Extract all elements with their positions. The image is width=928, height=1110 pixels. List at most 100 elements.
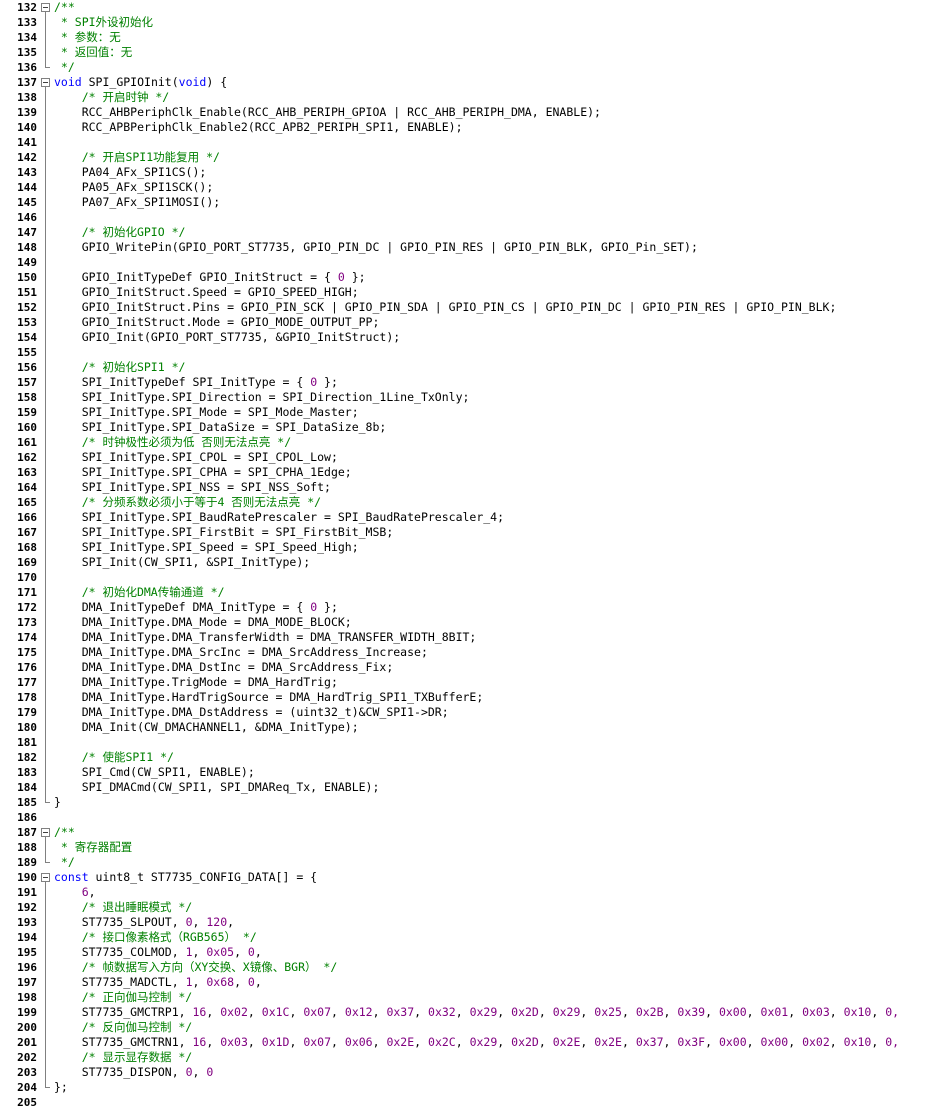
code-line[interactable]: 173 DMA_InitType.DMA_Mode = DMA_MODE_BLO… bbox=[0, 615, 928, 630]
code-token: 6 bbox=[81, 885, 89, 899]
code-line[interactable]: 195 ST7735_COLMOD, 1, 0x05, 0, bbox=[0, 945, 928, 960]
code-line[interactable]: 164 SPI_InitType.SPI_NSS = SPI_NSS_Soft; bbox=[0, 480, 928, 495]
code-line[interactable]: 204}; bbox=[0, 1080, 928, 1095]
code-line[interactable]: 179 DMA_InitType.DMA_DstAddress = (uint3… bbox=[0, 705, 928, 720]
code-line[interactable]: 134 * 参数：无 bbox=[0, 30, 928, 45]
code-line[interactable]: 150 GPIO_InitTypeDef GPIO_InitStruct = {… bbox=[0, 270, 928, 285]
code-line[interactable]: 174 DMA_InitType.DMA_TransferWidth = DMA… bbox=[0, 630, 928, 645]
code-line[interactable]: 139 RCC_AHBPeriphClk_Enable(RCC_AHB_PERI… bbox=[0, 105, 928, 120]
code-line[interactable]: 175 DMA_InitType.DMA_SrcInc = DMA_SrcAdd… bbox=[0, 645, 928, 660]
code-line[interactable]: 142 /* 开启SPI1功能复用 */ bbox=[0, 150, 928, 165]
code-line[interactable]: 203 ST7735_DISPON, 0, 0 bbox=[0, 1065, 928, 1080]
code-line[interactable]: 143 PA04_AFx_SPI1CS(); bbox=[0, 165, 928, 180]
code-line[interactable]: 154 GPIO_Init(GPIO_PORT_ST7735, &GPIO_In… bbox=[0, 330, 928, 345]
code-line[interactable]: 181 bbox=[0, 735, 928, 750]
code-line[interactable]: 166 SPI_InitType.SPI_BaudRatePrescaler =… bbox=[0, 510, 928, 525]
code-line[interactable]: 178 DMA_InitType.HardTrigSource = DMA_Ha… bbox=[0, 690, 928, 705]
code-line[interactable]: 137 void SPI_GPIOInit(void) { bbox=[0, 75, 928, 90]
fold-collapse-icon[interactable] bbox=[41, 75, 50, 90]
code-line[interactable]: 180 DMA_Init(CW_DMACHANNEL1, &DMA_InitTy… bbox=[0, 720, 928, 735]
code-line[interactable]: 200 /* 反向伽马控制 */ bbox=[0, 1020, 928, 1035]
code-line[interactable]: 147 /* 初始化GPIO */ bbox=[0, 225, 928, 240]
fold-collapse-icon[interactable] bbox=[41, 870, 50, 885]
code-line[interactable]: 170 bbox=[0, 570, 928, 585]
code-line[interactable]: 153 GPIO_InitStruct.Mode = GPIO_MODE_OUT… bbox=[0, 315, 928, 330]
code-line[interactable]: 152 GPIO_InitStruct.Pins = GPIO_PIN_SCK … bbox=[0, 300, 928, 315]
code-token: 0x12 bbox=[344, 1005, 373, 1019]
code-line[interactable]: 176 DMA_InitType.DMA_DstInc = DMA_SrcAdd… bbox=[0, 660, 928, 675]
fold-guide-line bbox=[41, 285, 50, 300]
code-line[interactable]: 169 SPI_Init(CW_SPI1, &SPI_InitType); bbox=[0, 555, 928, 570]
code-line[interactable]: 146 bbox=[0, 210, 928, 225]
code-token: /* 使能SPI1 */ bbox=[54, 750, 174, 764]
code-line[interactable]: 192 /* 退出睡眠模式 */ bbox=[0, 900, 928, 915]
code-line[interactable]: 136 */ bbox=[0, 60, 928, 75]
code-line[interactable]: 158 SPI_InitType.SPI_Direction = SPI_Dir… bbox=[0, 390, 928, 405]
code-line[interactable]: 191 6, bbox=[0, 885, 928, 900]
code-line[interactable]: 145 PA07_AFx_SPI1MOSI(); bbox=[0, 195, 928, 210]
code-line[interactable]: 182 /* 使能SPI1 */ bbox=[0, 750, 928, 765]
code-line[interactable]: 202 /* 显示显存数据 */ bbox=[0, 1050, 928, 1065]
code-line[interactable]: 188 * 寄存器配置 bbox=[0, 840, 928, 855]
code-line[interactable]: 172 DMA_InitTypeDef DMA_InitType = { 0 }… bbox=[0, 600, 928, 615]
code-line[interactable]: 162 SPI_InitType.SPI_CPOL = SPI_CPOL_Low… bbox=[0, 450, 928, 465]
code-line[interactable]: 196 /* 帧数据写入方向（XY交换、X镜像、BGR） */ bbox=[0, 960, 928, 975]
code-token: 0 bbox=[337, 270, 345, 284]
code-token: /* 帧数据写入方向（XY交换、X镜像、BGR） */ bbox=[54, 960, 338, 974]
code-line[interactable]: 171 /* 初始化DMA传输通道 */ bbox=[0, 585, 928, 600]
line-number: 154 bbox=[17, 331, 37, 344]
line-number: 168 bbox=[17, 541, 37, 554]
fold-guide-line bbox=[41, 900, 50, 915]
code-line[interactable]: 165 /* 分频系数必须小于等于4 否则无法点亮 */ bbox=[0, 495, 928, 510]
code-line[interactable]: 186 bbox=[0, 810, 928, 825]
code-line[interactable]: 197 ST7735_MADCTL, 1, 0x68, 0, bbox=[0, 975, 928, 990]
code-line[interactable]: 144 PA05_AFx_SPI1SCK(); bbox=[0, 180, 928, 195]
code-line[interactable]: 141 bbox=[0, 135, 928, 150]
code-line[interactable]: 160 SPI_InitType.SPI_DataSize = SPI_Data… bbox=[0, 420, 928, 435]
code-line[interactable]: 167 SPI_InitType.SPI_FirstBit = SPI_Firs… bbox=[0, 525, 928, 540]
code-line[interactable]: 161 /* 时钟极性必须为低 否则无法点亮 */ bbox=[0, 435, 928, 450]
fold-guide-line bbox=[41, 480, 50, 495]
code-line[interactable]: 189 */ bbox=[0, 855, 928, 870]
code-line[interactable]: 187 /** bbox=[0, 825, 928, 840]
fold-end-marker bbox=[41, 855, 50, 870]
code-line[interactable]: 148 GPIO_WritePin(GPIO_PORT_ST7735, GPIO… bbox=[0, 240, 928, 255]
code-line[interactable]: 140 RCC_APBPeriphClk_Enable2(RCC_APB2_PE… bbox=[0, 120, 928, 135]
code-token: , bbox=[538, 1005, 553, 1019]
code-line[interactable]: 157 SPI_InitTypeDef SPI_InitType = { 0 }… bbox=[0, 375, 928, 390]
code-line[interactable]: 199 ST7735_GMCTRP1, 16, 0x02, 0x1C, 0x07… bbox=[0, 1005, 928, 1020]
fold-guide-line bbox=[41, 390, 50, 405]
code-line[interactable]: 168 SPI_InitType.SPI_Speed = SPI_Speed_H… bbox=[0, 540, 928, 555]
fold-collapse-icon[interactable] bbox=[41, 0, 50, 15]
code-line[interactable]: 163 SPI_InitType.SPI_CPHA = SPI_CPHA_1Ed… bbox=[0, 465, 928, 480]
code-token: , bbox=[746, 1005, 761, 1019]
line-number: 204 bbox=[17, 1081, 37, 1094]
fold-collapse-icon[interactable] bbox=[41, 825, 50, 840]
code-line[interactable]: 149 bbox=[0, 255, 928, 270]
code-token: 1 bbox=[185, 945, 193, 959]
code-line[interactable]: 190 const uint8_t ST7735_CONFIG_DATA[] = … bbox=[0, 870, 928, 885]
code-token: /* 退出睡眠模式 */ bbox=[54, 900, 193, 914]
code-line[interactable]: 133 * SPI外设初始化 bbox=[0, 15, 928, 30]
code-line[interactable]: 156 /* 初始化SPI1 */ bbox=[0, 360, 928, 375]
fold-guide-line bbox=[41, 660, 50, 675]
code-line[interactable]: 193 ST7735_SLPOUT, 0, 120, bbox=[0, 915, 928, 930]
code-line[interactable]: 201 ST7735_GMCTRN1, 16, 0x03, 0x1D, 0x07… bbox=[0, 1035, 928, 1050]
code-line[interactable]: 198 /* 正向伽马控制 */ bbox=[0, 990, 928, 1005]
code-line[interactable]: 151 GPIO_InitStruct.Speed = GPIO_SPEED_H… bbox=[0, 285, 928, 300]
line-number: 165 bbox=[17, 496, 37, 509]
code-line[interactable]: 132 /** bbox=[0, 0, 928, 15]
code-line[interactable]: 194 /* 接口像素格式（RGB565） */ bbox=[0, 930, 928, 945]
code-line[interactable]: 138 /* 开启时钟 */ bbox=[0, 90, 928, 105]
code-line[interactable]: 135 * 返回值：无 bbox=[0, 45, 928, 60]
code-line[interactable]: 155 bbox=[0, 345, 928, 360]
code-line[interactable]: 185} bbox=[0, 795, 928, 810]
code-editor[interactable]: 132/** 133 * SPI外设初始化 134 * 参数：无 135 * 返回值：… bbox=[0, 0, 928, 1109]
code-line[interactable]: 159 SPI_InitType.SPI_Mode = SPI_Mode_Mas… bbox=[0, 405, 928, 420]
code-line[interactable]: 184 SPI_DMACmd(CW_SPI1, SPI_DMAReq_Tx, E… bbox=[0, 780, 928, 795]
code-token: , bbox=[414, 1005, 429, 1019]
code-text: GPIO_WritePin(GPIO_PORT_ST7735, GPIO_PIN… bbox=[54, 240, 698, 255]
code-line[interactable]: 177 DMA_InitType.TrigMode = DMA_HardTrig… bbox=[0, 675, 928, 690]
code-line[interactable]: 183 SPI_Cmd(CW_SPI1, ENABLE); bbox=[0, 765, 928, 780]
code-token: 0x68 bbox=[206, 975, 235, 989]
